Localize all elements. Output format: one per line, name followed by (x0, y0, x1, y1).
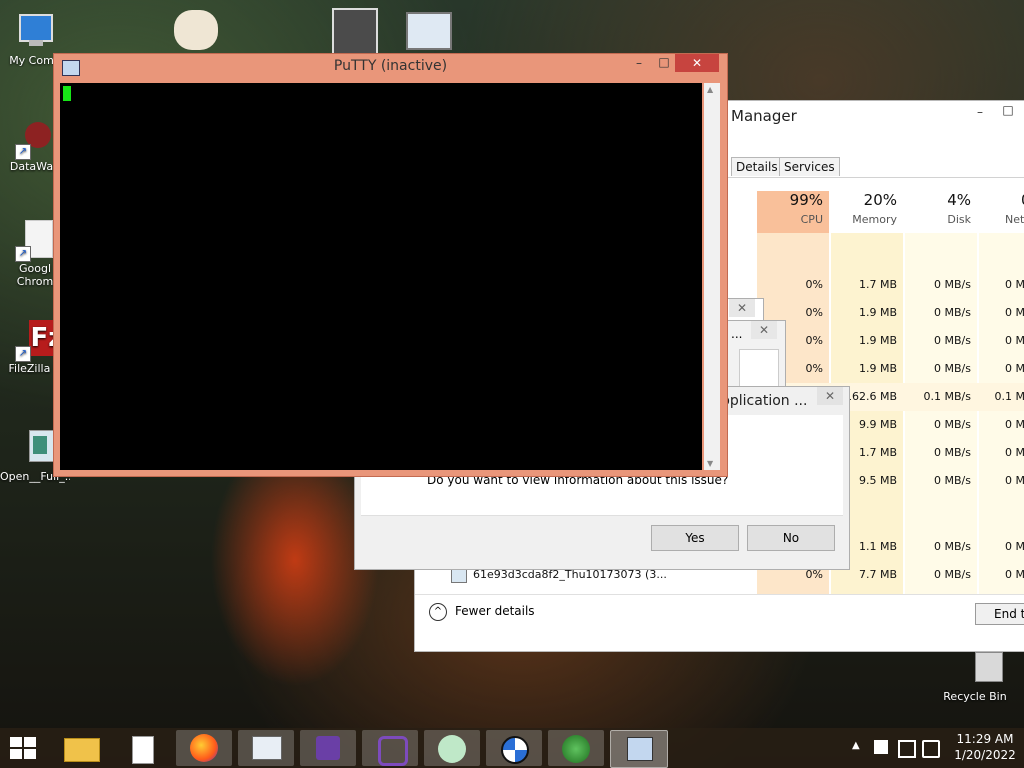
notepad-icon[interactable] (114, 730, 170, 766)
tray-chevron-icon[interactable]: ▲ (852, 740, 860, 751)
memory-cell: 1.9 MB (858, 362, 897, 375)
disk-cell: 0 MB/s (934, 540, 971, 553)
network-cell: 0.1 M (994, 390, 1024, 403)
disk-cell: 0 MB/s (934, 334, 971, 347)
dialog-title: ... (731, 327, 743, 341)
firefox-icon[interactable] (176, 730, 232, 766)
column-header-disk[interactable]: 4% Disk (905, 191, 977, 233)
memory-cell: 1.7 MB (858, 278, 897, 291)
end-task-button[interactable]: End ta (975, 603, 1024, 625)
process-icon (451, 569, 467, 583)
cpu-label: CPU (800, 213, 823, 226)
scrollbar[interactable]: ▲ ▼ (704, 83, 720, 470)
network-cell: 0 M (1005, 418, 1024, 431)
shortcut-arrow-icon: ↗ (15, 346, 31, 362)
file-explorer-icon[interactable] (54, 730, 110, 766)
app-purple2-icon[interactable] (362, 730, 418, 766)
column-header-cpu[interactable]: 99% CPU (757, 191, 829, 233)
clock[interactable]: 11:29 AM 1/20/2022 (950, 731, 1020, 763)
network-cell: 0 M (1005, 278, 1024, 291)
app-purple-icon[interactable] (300, 730, 356, 766)
network-cell: 0 M (1005, 306, 1024, 319)
disk-cell: 0 MB/s (934, 474, 971, 487)
chevron-up-icon: ^ (429, 603, 447, 621)
scroll-down-icon[interactable]: ▼ (707, 459, 713, 468)
disk-cell: 0 MB/s (934, 278, 971, 291)
memory-cell: 1.9 MB (858, 306, 897, 319)
clock-time: 11:29 AM (956, 732, 1014, 746)
error-dialog-title: pplication ... (721, 393, 808, 409)
network-cell: 0 M (1005, 474, 1024, 487)
close-icon[interactable]: ✕ (817, 387, 843, 405)
task-manager-footer: ^ Fewer details End ta (415, 594, 1024, 651)
cpu-cell: 0% (805, 278, 823, 291)
network-cell: 0 M (1005, 568, 1024, 581)
recycle-bin-icon (955, 648, 1003, 688)
chrome-shortcut-icon: ↗ (15, 220, 55, 262)
fewer-details-label: Fewer details (455, 604, 535, 618)
app-green-icon[interactable] (424, 730, 480, 766)
start-button[interactable] (10, 737, 38, 759)
shortcut-arrow-icon: ↗ (15, 246, 31, 262)
no-button[interactable]: No (747, 525, 835, 551)
maximize-button[interactable]: □ (999, 103, 1017, 119)
disk-cell: 0.1 MB/s (923, 390, 971, 403)
action-center-flag-icon[interactable] (874, 740, 888, 754)
network-cell: 0 M (1005, 362, 1024, 375)
disk-label: Disk (947, 213, 971, 226)
desktop-icon-recycle-bin[interactable]: Recycle Bin (940, 648, 1010, 703)
maximize-button[interactable]: □ (655, 55, 673, 71)
network-label: Netw (1005, 213, 1024, 226)
app-shortcut-icon[interactable] (332, 8, 378, 56)
disk-cell: 0 MB/s (934, 568, 971, 581)
putty-title: PuTTY (inactive) (333, 58, 448, 74)
disk-percent: 4% (947, 191, 971, 209)
document-icon (15, 428, 67, 468)
memory-cell: 1.9 MB (858, 334, 897, 347)
monitor-app-icon[interactable] (238, 730, 294, 766)
column-header-network[interactable]: 0 Netw (979, 191, 1024, 233)
network-icon[interactable] (898, 740, 916, 758)
datawag-icon: ↗ (15, 118, 55, 160)
task-manager-title: Manager (731, 107, 797, 125)
network-cell: 0 M (1005, 334, 1024, 347)
close-button[interactable]: ✕ (675, 54, 719, 72)
computer-icon (15, 12, 55, 52)
taskbar: ▲ 11:29 AM 1/20/2022 (0, 728, 1024, 768)
popcorn-icon[interactable] (174, 10, 218, 50)
network-cell: 0 M (1005, 540, 1024, 553)
memory-label: Memory (852, 213, 897, 226)
volume-muted-icon[interactable] (922, 740, 940, 758)
putty-window[interactable]: PuTTY (inactive) – □ ✕ ▲ ▼ (53, 53, 728, 477)
column-header-memory[interactable]: 20% Memory (831, 191, 903, 233)
memory-percent: 20% (863, 191, 897, 209)
clock-date: 1/20/2022 (954, 748, 1016, 762)
close-icon[interactable]: ✕ (751, 321, 777, 339)
minimize-button[interactable]: – (630, 56, 648, 72)
putty-icon[interactable] (610, 730, 668, 768)
minimize-button[interactable]: – (971, 105, 989, 121)
filezilla-icon: Fz ↗ (15, 320, 65, 362)
terminal-area[interactable] (60, 83, 702, 470)
cursor (63, 86, 71, 101)
shortcut-arrow-icon: ↗ (15, 144, 31, 160)
windows-app-icon[interactable] (548, 730, 604, 766)
network-cell: 0 M (1005, 446, 1024, 459)
tab-services[interactable]: Services (779, 157, 840, 176)
disk-cell: 0 MB/s (934, 418, 971, 431)
cpu-percent: 99% (789, 191, 823, 209)
monitor-window-icon[interactable] (406, 12, 452, 50)
desktop-icon-label: Recycle Bin (943, 690, 1007, 703)
scroll-up-icon[interactable]: ▲ (707, 85, 713, 94)
tab-details[interactable]: Details (731, 157, 783, 176)
disk-cell: 0 MB/s (934, 306, 971, 319)
close-icon[interactable]: ✕ (729, 299, 755, 317)
yes-button[interactable]: Yes (651, 525, 739, 551)
disk-cell: 0 MB/s (934, 362, 971, 375)
disk-cell: 0 MB/s (934, 446, 971, 459)
bmw-icon[interactable] (486, 730, 542, 766)
